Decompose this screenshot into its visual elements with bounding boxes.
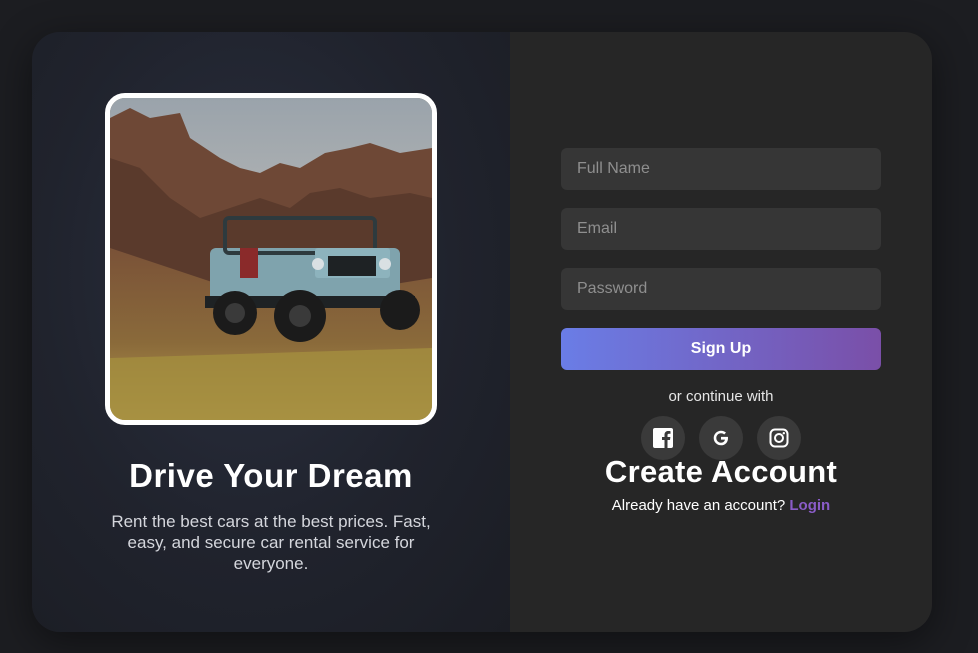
login-prompt: Already have an account? Login xyxy=(561,497,881,514)
instagram-icon xyxy=(769,428,789,448)
email-input[interactable] xyxy=(561,208,881,250)
full-name-input[interactable] xyxy=(561,148,881,190)
create-account-title: Create Account xyxy=(604,454,838,489)
signup-card: Drive Your Dream Rent the best cars at t… xyxy=(32,32,932,632)
facebook-icon xyxy=(653,428,673,448)
password-input[interactable] xyxy=(561,268,881,310)
google-icon xyxy=(713,430,728,446)
sign-up-button[interactable]: Sign Up xyxy=(561,328,881,370)
continue-with-label: or continue with xyxy=(668,388,774,405)
login-prompt-text: Already have an account? xyxy=(611,497,786,514)
hero-car-image xyxy=(105,93,437,425)
login-link[interactable]: Login xyxy=(789,497,830,514)
hero-panel: Drive Your Dream Rent the best cars at t… xyxy=(32,32,510,632)
signup-form-panel: Sign Up or continue with xyxy=(510,32,932,632)
hero-title: Drive Your Dream xyxy=(129,457,413,494)
hero-subtitle: Rent the best cars at the best prices. F… xyxy=(111,512,431,573)
